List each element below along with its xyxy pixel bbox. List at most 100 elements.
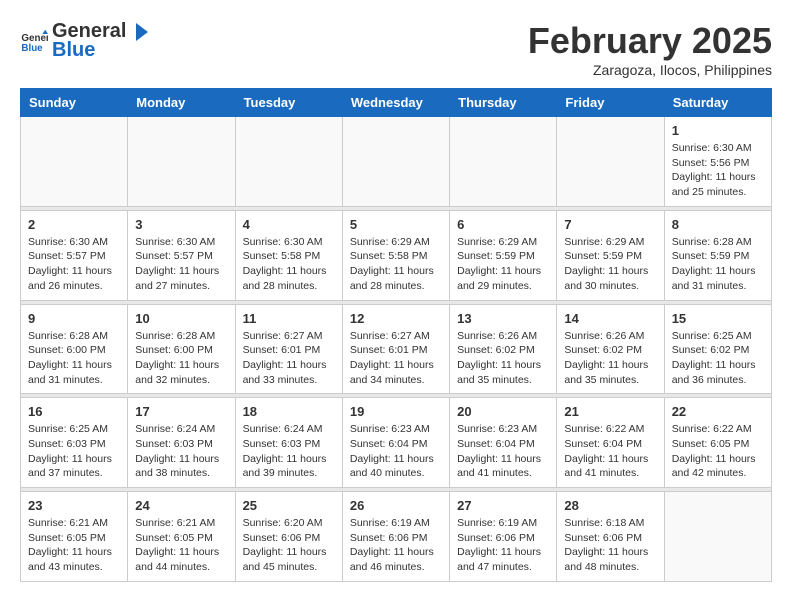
- day-number: 18: [243, 404, 335, 419]
- month-title: February 2025: [528, 20, 772, 62]
- day-info: Sunrise: 6:26 AM Sunset: 6:02 PM Dayligh…: [457, 329, 549, 388]
- day-number: 11: [243, 311, 335, 326]
- day-info: Sunrise: 6:19 AM Sunset: 6:06 PM Dayligh…: [457, 516, 549, 575]
- calendar-day-cell: 16 Sunrise: 6:25 AM Sunset: 6:03 PM Dayli…: [21, 398, 128, 488]
- title-section: February 2025 Zaragoza, Ilocos, Philippi…: [528, 20, 772, 78]
- day-info: Sunrise: 6:24 AM Sunset: 6:03 PM Dayligh…: [135, 422, 227, 481]
- day-info: Sunrise: 6:18 AM Sunset: 6:06 PM Dayligh…: [564, 516, 656, 575]
- calendar-day-cell: 23 Sunrise: 6:21 AM Sunset: 6:05 PM Dayli…: [21, 492, 128, 582]
- day-info: Sunrise: 6:19 AM Sunset: 6:06 PM Dayligh…: [350, 516, 442, 575]
- day-info: Sunrise: 6:25 AM Sunset: 6:03 PM Dayligh…: [28, 422, 120, 481]
- day-info: Sunrise: 6:21 AM Sunset: 6:05 PM Dayligh…: [135, 516, 227, 575]
- calendar-day-cell: 8Sunrise: 6:28 AM Sunset: 5:59 PM Daylig…: [664, 210, 771, 300]
- calendar-day-cell: 3 Sunrise: 6:30 AM Sunset: 5:57 PM Daylig…: [128, 210, 235, 300]
- day-number: 17: [135, 404, 227, 419]
- logo-icon: General Blue: [20, 27, 48, 55]
- day-number: 13: [457, 311, 549, 326]
- calendar-day-cell: 7 Sunrise: 6:29 AM Sunset: 5:59 PM Daylig…: [557, 210, 664, 300]
- day-info: Sunrise: 6:22 AM Sunset: 6:04 PM Dayligh…: [564, 422, 656, 481]
- day-number: 15: [672, 311, 764, 326]
- day-info: Sunrise: 6:29 AM Sunset: 5:59 PM Dayligh…: [457, 235, 549, 294]
- calendar-day-cell: 1 Sunrise: 6:30 AM Sunset: 5:56 PM Daylig…: [664, 117, 771, 207]
- weekday-header-thursday: Thursday: [450, 89, 557, 117]
- day-number: 1: [672, 123, 764, 138]
- day-number: 20: [457, 404, 549, 419]
- calendar-day-cell: 11Sunrise: 6:27 AM Sunset: 6:01 PM Dayli…: [235, 304, 342, 394]
- calendar-day-cell: 2 Sunrise: 6:30 AM Sunset: 5:57 PM Daylig…: [21, 210, 128, 300]
- calendar-day-cell: 9 Sunrise: 6:28 AM Sunset: 6:00 PM Daylig…: [21, 304, 128, 394]
- calendar-day-cell: 6 Sunrise: 6:29 AM Sunset: 5:59 PM Daylig…: [450, 210, 557, 300]
- header: General Blue General Blue February 2025 …: [20, 20, 772, 78]
- calendar-day-cell: 17 Sunrise: 6:24 AM Sunset: 6:03 PM Dayli…: [128, 398, 235, 488]
- day-number: 21: [564, 404, 656, 419]
- day-number: 4: [243, 217, 335, 232]
- weekday-header-saturday: Saturday: [664, 89, 771, 117]
- calendar-day-cell: 5Sunrise: 6:29 AM Sunset: 5:58 PM Daylig…: [342, 210, 449, 300]
- calendar-day-cell: 12Sunrise: 6:27 AM Sunset: 6:01 PM Dayli…: [342, 304, 449, 394]
- calendar-week-row: 16 Sunrise: 6:25 AM Sunset: 6:03 PM Dayli…: [21, 398, 772, 488]
- weekday-header-friday: Friday: [557, 89, 664, 117]
- calendar-day-cell: [128, 117, 235, 207]
- day-number: 16: [28, 404, 120, 419]
- day-info: Sunrise: 6:24 AM Sunset: 6:03 PM Dayligh…: [243, 422, 335, 481]
- calendar-week-row: 9 Sunrise: 6:28 AM Sunset: 6:00 PM Daylig…: [21, 304, 772, 394]
- svg-text:Blue: Blue: [21, 43, 43, 54]
- calendar-header-row: SundayMondayTuesdayWednesdayThursdayFrid…: [21, 89, 772, 117]
- day-info: Sunrise: 6:28 AM Sunset: 6:00 PM Dayligh…: [135, 329, 227, 388]
- location-subtitle: Zaragoza, Ilocos, Philippines: [528, 62, 772, 78]
- day-number: 2: [28, 217, 120, 232]
- day-info: Sunrise: 6:29 AM Sunset: 5:59 PM Dayligh…: [564, 235, 656, 294]
- day-number: 24: [135, 498, 227, 513]
- calendar-day-cell: 19Sunrise: 6:23 AM Sunset: 6:04 PM Dayli…: [342, 398, 449, 488]
- day-number: 26: [350, 498, 442, 513]
- calendar-day-cell: 15 Sunrise: 6:25 AM Sunset: 6:02 PM Dayli…: [664, 304, 771, 394]
- day-info: Sunrise: 6:30 AM Sunset: 5:57 PM Dayligh…: [135, 235, 227, 294]
- day-number: 7: [564, 217, 656, 232]
- calendar-day-cell: 27 Sunrise: 6:19 AM Sunset: 6:06 PM Dayli…: [450, 492, 557, 582]
- calendar-day-cell: 4 Sunrise: 6:30 AM Sunset: 5:58 PM Daylig…: [235, 210, 342, 300]
- calendar-week-row: 23 Sunrise: 6:21 AM Sunset: 6:05 PM Dayli…: [21, 492, 772, 582]
- calendar-day-cell: 28 Sunrise: 6:18 AM Sunset: 6:06 PM Dayli…: [557, 492, 664, 582]
- day-info: Sunrise: 6:22 AM Sunset: 6:05 PM Dayligh…: [672, 422, 764, 481]
- day-number: 19: [350, 404, 442, 419]
- day-number: 3: [135, 217, 227, 232]
- calendar-day-cell: 24 Sunrise: 6:21 AM Sunset: 6:05 PM Dayli…: [128, 492, 235, 582]
- day-number: 27: [457, 498, 549, 513]
- calendar-table: SundayMondayTuesdayWednesdayThursdayFrid…: [20, 88, 772, 582]
- weekday-header-monday: Monday: [128, 89, 235, 117]
- calendar-week-row: 1 Sunrise: 6:30 AM Sunset: 5:56 PM Daylig…: [21, 117, 772, 207]
- calendar-day-cell: 22Sunrise: 6:22 AM Sunset: 6:05 PM Dayli…: [664, 398, 771, 488]
- day-number: 25: [243, 498, 335, 513]
- day-info: Sunrise: 6:28 AM Sunset: 6:00 PM Dayligh…: [28, 329, 120, 388]
- calendar-day-cell: 14 Sunrise: 6:26 AM Sunset: 6:02 PM Dayli…: [557, 304, 664, 394]
- calendar-day-cell: [342, 117, 449, 207]
- day-info: Sunrise: 6:28 AM Sunset: 5:59 PM Dayligh…: [672, 235, 764, 294]
- day-info: Sunrise: 6:25 AM Sunset: 6:02 PM Dayligh…: [672, 329, 764, 388]
- day-info: Sunrise: 6:23 AM Sunset: 6:04 PM Dayligh…: [457, 422, 549, 481]
- day-number: 5: [350, 217, 442, 232]
- day-number: 9: [28, 311, 120, 326]
- day-info: Sunrise: 6:21 AM Sunset: 6:05 PM Dayligh…: [28, 516, 120, 575]
- day-number: 28: [564, 498, 656, 513]
- day-info: Sunrise: 6:20 AM Sunset: 6:06 PM Dayligh…: [243, 516, 335, 575]
- calendar-day-cell: 26 Sunrise: 6:19 AM Sunset: 6:06 PM Dayli…: [342, 492, 449, 582]
- calendar-day-cell: [664, 492, 771, 582]
- calendar-day-cell: 13 Sunrise: 6:26 AM Sunset: 6:02 PM Dayli…: [450, 304, 557, 394]
- calendar-day-cell: 10 Sunrise: 6:28 AM Sunset: 6:00 PM Dayli…: [128, 304, 235, 394]
- day-number: 23: [28, 498, 120, 513]
- calendar-day-cell: [21, 117, 128, 207]
- day-info: Sunrise: 6:26 AM Sunset: 6:02 PM Dayligh…: [564, 329, 656, 388]
- calendar-day-cell: 21 Sunrise: 6:22 AM Sunset: 6:04 PM Dayli…: [557, 398, 664, 488]
- calendar-day-cell: [235, 117, 342, 207]
- day-number: 14: [564, 311, 656, 326]
- calendar-day-cell: 18 Sunrise: 6:24 AM Sunset: 6:03 PM Dayli…: [235, 398, 342, 488]
- logo-triangle-icon: [128, 21, 150, 43]
- day-info: Sunrise: 6:30 AM Sunset: 5:58 PM Dayligh…: [243, 235, 335, 294]
- day-number: 6: [457, 217, 549, 232]
- day-info: Sunrise: 6:30 AM Sunset: 5:57 PM Dayligh…: [28, 235, 120, 294]
- calendar-day-cell: 20 Sunrise: 6:23 AM Sunset: 6:04 PM Dayli…: [450, 398, 557, 488]
- day-info: Sunrise: 6:30 AM Sunset: 5:56 PM Dayligh…: [672, 141, 764, 200]
- weekday-header-tuesday: Tuesday: [235, 89, 342, 117]
- weekday-header-wednesday: Wednesday: [342, 89, 449, 117]
- day-number: 10: [135, 311, 227, 326]
